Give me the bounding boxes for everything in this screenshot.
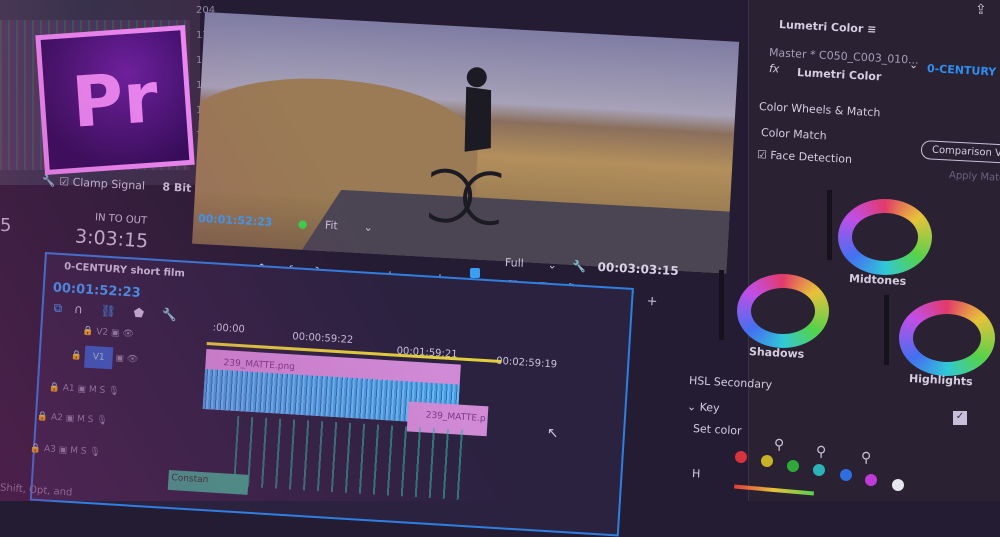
share-icon[interactable]: ⇪ [975, 2, 987, 18]
timeline-tools: ⧉ ∩ ⛓ ⬟ 🔧 [53, 301, 177, 324]
timeline-panel: 0-CENTURY short film 00:01:52:23 ⧉ ∩ ⛓ ⬟… [30, 252, 634, 537]
ruler-label: :00:00 [212, 322, 246, 336]
duration-timecode: 00:03:03:15 [597, 259, 680, 279]
bit-depth-select[interactable]: 8 Bit [162, 180, 192, 194]
sequence-tab[interactable]: 0-CENTURY short film [64, 261, 185, 279]
clamp-signal-label: Clamp Signal [72, 175, 146, 193]
eyedropper-icon[interactable]: ⚲ [774, 437, 784, 453]
marker-icon[interactable]: ⬟ [133, 306, 144, 321]
midtones-label: Midtones [848, 272, 907, 288]
in-to-out-value: 3:03:15 [74, 225, 149, 253]
swatch-yellow[interactable] [761, 455, 773, 467]
nest-icon[interactable]: ⧉ [53, 301, 62, 315]
highlights-wheel[interactable] [899, 300, 995, 376]
track-a2[interactable]: 🔒 A2 ▣ M S 🎙 [37, 412, 108, 426]
linked-selection-icon[interactable]: ⛓ [100, 304, 116, 319]
hue-label: H [691, 467, 701, 481]
eyedropper-add-icon[interactable]: ⚲ [816, 444, 826, 460]
set-color-label: Set color [692, 422, 742, 438]
swatch-cyan[interactable] [813, 464, 825, 476]
wrench-icon[interactable]: 🔧 [572, 260, 586, 274]
menu-icon[interactable]: ≡ [867, 23, 877, 36]
playback-resolution-select[interactable]: Full [505, 256, 524, 270]
chevron-down-icon[interactable]: ⌄ [909, 58, 919, 71]
section-header[interactable]: Color Wheels & Match [759, 100, 881, 119]
key-enable-checkbox[interactable]: ✓ [953, 411, 967, 425]
cursor-icon: ↖ [546, 424, 560, 442]
swatch-blue[interactable] [840, 469, 852, 481]
timeline-timecode[interactable]: 00:01:52:23 [52, 281, 141, 301]
panel-title: Lumetri Color ≡ [778, 18, 877, 37]
hue-range-slider[interactable] [733, 484, 815, 496]
in-to-out-label: IN TO OUT [94, 212, 148, 227]
timecode-partial: 5 [0, 215, 12, 236]
wrench-icon[interactable]: 🔧 [161, 307, 177, 322]
clamp-signal-checkbox[interactable]: ☑ [59, 175, 70, 188]
chevron-down-icon[interactable]: ⌄ [547, 258, 557, 271]
track-v1[interactable]: 🔒 V1 ▣ 👁 [70, 345, 139, 370]
snap-icon[interactable]: ∩ [74, 302, 84, 317]
chevron-down-icon[interactable]: ⌄ [363, 221, 373, 234]
swatch-red[interactable] [735, 451, 747, 463]
hsl-secondary-header[interactable]: HSL Secondary [689, 374, 773, 391]
wrench-icon[interactable]: 🔧 [42, 174, 56, 188]
face-detection-checkbox[interactable]: ☑ Face Detection [757, 148, 853, 166]
eyedropper-subtract-icon[interactable]: ⚲ [861, 450, 871, 466]
track-v2[interactable]: 🔒 V2 ▣ 👁 [82, 326, 134, 339]
ruler-label: 00:02:59:19 [495, 355, 558, 371]
status-dot-icon: ● [297, 217, 308, 231]
track-a3[interactable]: 🔒 A3 ▣ M S 🎙 [30, 443, 101, 457]
transition-clip[interactable]: Constan [167, 469, 249, 495]
swatch-white[interactable] [892, 479, 904, 491]
add-button-icon[interactable]: + [646, 294, 658, 310]
cyclist-image [428, 67, 508, 226]
key-section-toggle[interactable]: ⌄ Key [687, 400, 720, 415]
sequence-clip-link[interactable]: 0-CENTURY sh [927, 62, 1000, 80]
audio-waveform [233, 416, 467, 500]
lumetri-color-panel: Lumetri Color ≡ ⇪ Master * C050_C003_010… [687, 0, 1000, 501]
shadows-slider[interactable] [719, 270, 724, 340]
apply-match-button[interactable]: Apply Matc [949, 170, 1000, 184]
midtones-slider[interactable] [827, 190, 832, 260]
zoom-fit-select[interactable]: Fit [325, 219, 339, 233]
highlights-label: Highlights [908, 372, 973, 389]
midtones-wheel[interactable] [838, 199, 932, 275]
swatch-green[interactable] [787, 460, 799, 472]
swatch-magenta[interactable] [865, 474, 877, 486]
premiere-pro-logo: Pr [35, 24, 195, 176]
highlights-slider[interactable] [884, 295, 889, 365]
comparison-view-button[interactable]: Comparison Vie [920, 140, 1000, 165]
track-a1[interactable]: 🔒 A1 ▣ M S 🎙 [48, 382, 119, 396]
program-monitor-video [192, 12, 740, 274]
fx-icon: fx [768, 62, 780, 76]
ruler-label: 00:00:59:22 [291, 331, 354, 346]
shadows-label: Shadows [748, 345, 805, 361]
color-match-label: Color Match [760, 126, 828, 143]
shadows-wheel[interactable] [737, 274, 829, 348]
master-clip-select[interactable]: Master * C050_C003_010... [769, 46, 919, 67]
effect-name: Lumetri Color [796, 66, 882, 84]
